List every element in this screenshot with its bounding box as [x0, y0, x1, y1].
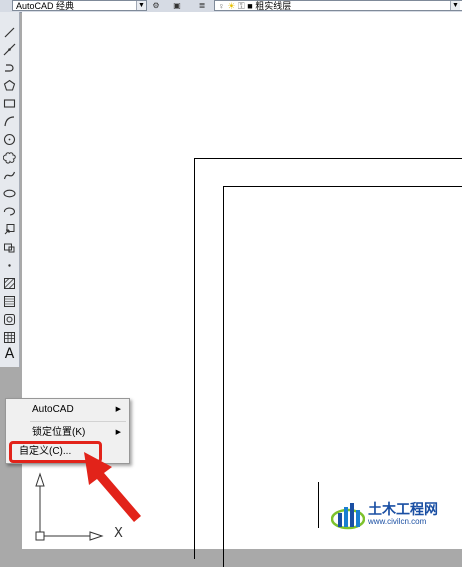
make-block-icon — [4, 243, 15, 253]
menu-item-label: 锁定位置(K) — [32, 427, 86, 438]
point-icon — [8, 264, 11, 267]
lock-icon: ⚿ — [237, 1, 245, 11]
layer-value: 粗实线层 — [255, 1, 292, 11]
spline-icon — [3, 171, 16, 180]
ellipse-arc-tool[interactable] — [1, 203, 18, 220]
line-icon — [4, 27, 15, 38]
polyline-tool[interactable] — [1, 59, 18, 76]
color-swatch-icon: ■ — [247, 1, 253, 11]
bulb-icon: ♀ — [218, 1, 225, 11]
watermark-url: www.civilcn.com — [368, 517, 427, 526]
hatch-icon — [4, 278, 15, 289]
table-icon — [4, 332, 15, 343]
insert-block-icon — [4, 224, 15, 235]
polygon-tool[interactable] — [1, 77, 18, 94]
civilcn-logo-icon — [331, 503, 365, 530]
watermark-name: 土木工程网 — [368, 501, 438, 517]
menu-item-label: AutoCAD — [32, 404, 74, 415]
rectangle-icon — [3, 99, 16, 108]
ellipse-icon — [3, 189, 16, 198]
layer-manager-icon[interactable]: ≣ — [197, 1, 207, 10]
region-tool[interactable] — [1, 311, 18, 328]
ellipse-arc-icon — [3, 207, 15, 216]
multiline-text-tool[interactable]: A — [1, 346, 18, 363]
workspace-value: AutoCAD 经典 — [16, 1, 75, 11]
ellipse-tool[interactable] — [1, 185, 18, 202]
point-tool[interactable] — [1, 257, 18, 274]
circle-tool[interactable] — [1, 131, 18, 148]
workspace-dropdown[interactable]: AutoCAD 经典 ▼ — [12, 0, 147, 11]
hatch-tool[interactable] — [1, 275, 18, 292]
workspace-settings-icon[interactable]: ⚙ — [151, 1, 161, 10]
insert-block-tool[interactable] — [1, 221, 18, 238]
menu-item-autocad[interactable]: AutoCAD ▶ — [7, 401, 128, 419]
gradient-icon — [4, 296, 15, 307]
table-tool[interactable] — [1, 329, 18, 346]
red-highlight-box — [9, 441, 102, 463]
polygon-icon — [3, 79, 16, 91]
submenu-arrow-icon: ▶ — [115, 406, 121, 413]
sun-icon: ☀ — [227, 1, 236, 11]
draw-toolbar: A — [0, 12, 20, 367]
ucs-x-label: X — [114, 526, 123, 541]
revision-cloud-icon — [3, 152, 16, 164]
title-block-line — [318, 482, 319, 528]
construction-line-tool[interactable] — [1, 41, 18, 58]
polyline-icon — [5, 64, 14, 72]
rectangle-tool[interactable] — [1, 95, 18, 112]
spline-tool[interactable] — [1, 167, 18, 184]
make-block-tool[interactable] — [1, 239, 18, 256]
watermark-logo: 土木工程网 www.civilcn.com — [331, 497, 456, 535]
text-a-icon: A — [4, 346, 15, 362]
arc-icon — [4, 116, 15, 127]
revision-cloud-tool[interactable] — [1, 149, 18, 166]
ucs-icon — [35, 472, 104, 541]
customize-icon[interactable]: ▣ — [172, 1, 182, 10]
construction-line-icon — [3, 43, 16, 56]
region-icon — [4, 314, 15, 325]
chevron-down-icon[interactable]: ▼ — [136, 1, 146, 10]
circle-icon — [3, 133, 16, 146]
gradient-tool[interactable] — [1, 293, 18, 310]
arc-tool[interactable] — [1, 113, 18, 130]
menu-separator — [30, 421, 126, 422]
submenu-arrow-icon: ▶ — [115, 429, 121, 436]
chevron-down-icon[interactable]: ▼ — [450, 1, 460, 10]
line-tool[interactable] — [1, 24, 18, 41]
menu-item-lock-location[interactable]: 锁定位置(K) ▶ — [7, 424, 128, 442]
layer-dropdown[interactable]: ♀ ☀ ⚿ ■ 粗实线层 ▼ — [214, 0, 462, 11]
